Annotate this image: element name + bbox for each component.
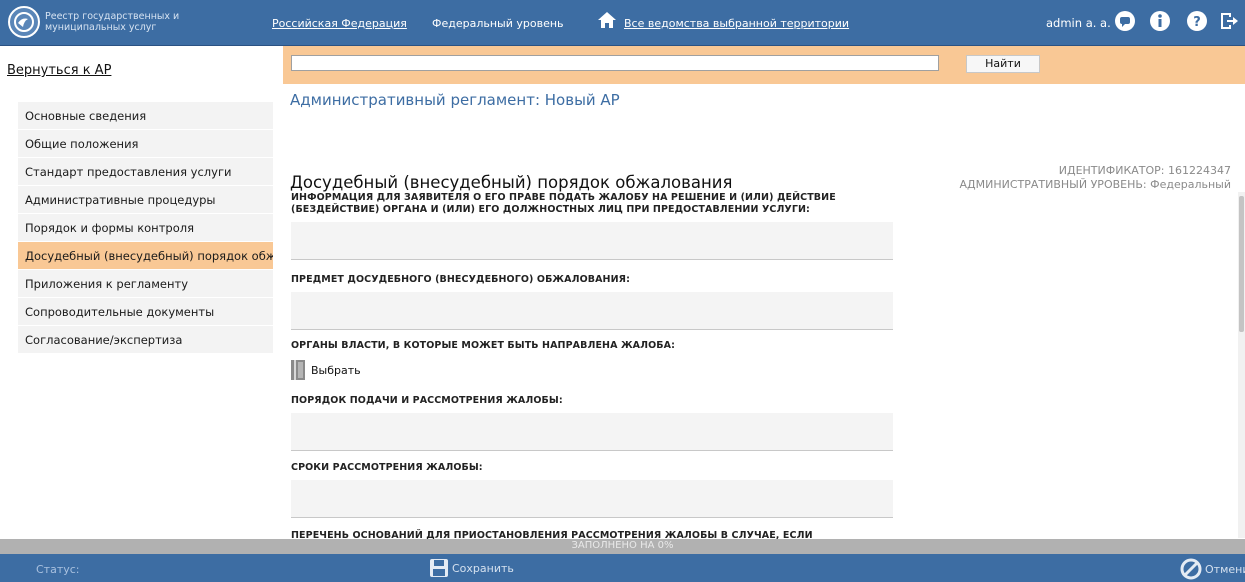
progress-bar: ЗАПОЛНЕНО НА 0% — [0, 539, 1245, 554]
cancel-label: Отменить — [1205, 562, 1245, 576]
progress-text: ЗАПОЛНЕНО НА 0% — [571, 540, 674, 551]
sidebar-item-control[interactable]: Порядок и формы контроля — [18, 214, 273, 242]
field-input[interactable] — [291, 413, 893, 451]
sidebar-item-attachments[interactable]: Приложения к регламенту — [18, 270, 273, 298]
sidebar-nav: Основные сведения Общие положения Станда… — [18, 102, 273, 354]
home-icon[interactable] — [597, 10, 617, 33]
save-button[interactable]: Сохранить — [429, 558, 514, 578]
field-authorities: ОРГАНЫ ВЛАСТИ, В КОТОРЫЕ МОЖЕТ БЫТЬ НАПР… — [291, 340, 893, 380]
field-input[interactable] — [291, 480, 893, 518]
territory-link[interactable]: Российская Федерация — [272, 17, 407, 30]
sidebar-item-procedures[interactable]: Административные процедуры — [18, 186, 273, 214]
sidebar-item-basic-info[interactable]: Основные сведения — [18, 102, 273, 130]
select-authorities-button[interactable]: Выбрать — [291, 360, 893, 380]
field-review-terms: СРОКИ РАССМОТРЕНИЯ ЖАЛОБЫ: — [291, 462, 893, 518]
scrollbar-thumb[interactable] — [1239, 196, 1244, 332]
field-input[interactable] — [291, 222, 893, 260]
select-label: Выбрать — [311, 363, 361, 377]
logo[interactable]: Реестр государственных и муниципальных у… — [8, 6, 185, 38]
cancel-icon — [1180, 558, 1202, 580]
save-icon — [430, 559, 448, 577]
departments-link[interactable]: Все ведомства выбранной территории — [624, 17, 849, 30]
sidebar-item-general[interactable]: Общие положения — [18, 130, 273, 158]
field-label: ПРЕДМЕТ ДОСУДЕБНОГО (ВНЕСУДЕБНОГО) ОБЖАЛ… — [291, 274, 630, 285]
logo-icon — [8, 6, 40, 38]
cancel-button[interactable]: Отменить — [1180, 558, 1245, 580]
find-button[interactable]: Найти — [966, 55, 1040, 73]
search-band: Найти — [283, 46, 1245, 84]
svg-text:?: ? — [1193, 15, 1201, 30]
status-bar: Статус: Сохранить Отменить — [0, 554, 1245, 582]
logout-icon[interactable] — [1218, 10, 1240, 32]
info-icon[interactable] — [1149, 10, 1171, 32]
save-label: Сохранить — [452, 561, 514, 575]
field-label: ПЕРЕЧЕНЬ ОСНОВАНИЙ ДЛЯ ПРИОСТАНОВЛЕНИЯ Р… — [291, 530, 813, 539]
field-input[interactable] — [291, 292, 893, 330]
sidebar-item-documents[interactable]: Сопроводительные документы — [18, 298, 273, 326]
user-name[interactable]: admin a. a. — [1046, 16, 1111, 30]
field-label: ОРГАНЫ ВЛАСТИ, В КОТОРЫЕ МОЖЕТ БЫТЬ НАПР… — [291, 340, 675, 351]
help-icon[interactable]: ? — [1186, 10, 1208, 32]
back-to-ar-link[interactable]: Вернуться к АР — [7, 63, 111, 78]
top-bar: Реестр государственных и муниципальных у… — [0, 0, 1245, 46]
form-content: ИНФОРМАЦИЯ ДЛЯ ЗАЯВИТЕЛЯ О ЕГО ПРАВЕ ПОД… — [283, 190, 1245, 539]
section-meta: ИДЕНТИФИКАТОР: 161224347 АДМИНИСТРАТИВНЫ… — [960, 164, 1231, 192]
sidebar-item-approval[interactable]: Согласование/экспертиза — [18, 326, 273, 354]
sidebar-item-standard[interactable]: Стандарт предоставления услуги — [18, 158, 273, 186]
sidebar-item-appeal[interactable]: Досудебный (внесудебный) порядок обжалов… — [18, 242, 273, 270]
field-applicant-info: ИНФОРМАЦИЯ ДЛЯ ЗАЯВИТЕЛЯ О ЕГО ПРАВЕ ПОД… — [291, 192, 893, 260]
regulation-title: Административный регламент: Новый АР — [290, 91, 620, 109]
book-icon — [291, 360, 305, 380]
field-submission-order: ПОРЯДОК ПОДАЧИ И РАССМОТРЕНИЯ ЖАЛОБЫ: — [291, 395, 893, 451]
field-suspension-grounds: ПЕРЕЧЕНЬ ОСНОВАНИЙ ДЛЯ ПРИОСТАНОВЛЕНИЯ Р… — [291, 530, 893, 539]
search-input[interactable] — [291, 55, 939, 71]
level-link[interactable]: Федеральный уровень — [432, 17, 564, 30]
field-label: ПОРЯДОК ПОДАЧИ И РАССМОТРЕНИЯ ЖАЛОБЫ: — [291, 395, 563, 406]
status-label: Статус: — [36, 563, 80, 576]
logo-text: Реестр государственных и муниципальных у… — [45, 11, 180, 33]
identifier: ИДЕНТИФИКАТОР: 161224347 — [1058, 164, 1231, 177]
field-appeal-subject: ПРЕДМЕТ ДОСУДЕБНОГО (ВНЕСУДЕБНОГО) ОБЖАЛ… — [291, 274, 893, 330]
chat-icon[interactable] — [1114, 10, 1136, 32]
field-label: СРОКИ РАССМОТРЕНИЯ ЖАЛОБЫ: — [291, 462, 483, 473]
field-label: ИНФОРМАЦИЯ ДЛЯ ЗАЯВИТЕЛЯ О ЕГО ПРАВЕ ПОД… — [291, 192, 836, 215]
